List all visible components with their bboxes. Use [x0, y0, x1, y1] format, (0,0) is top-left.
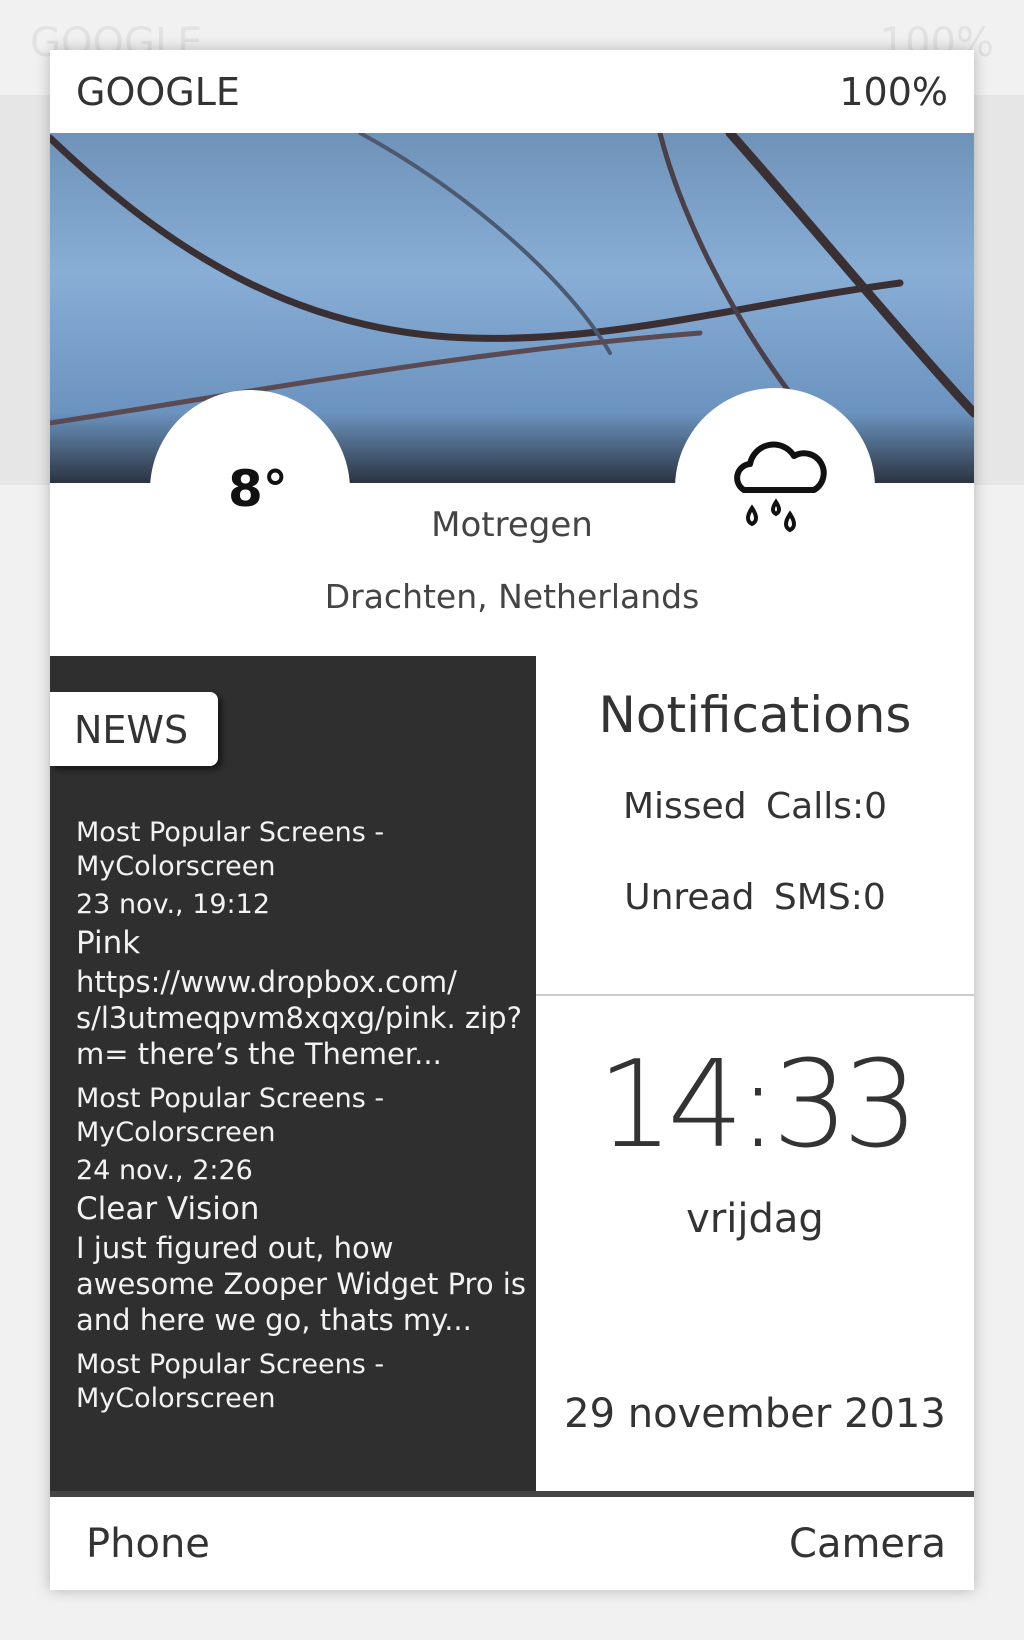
- news-date: 23 nov., 19:12: [76, 889, 271, 920]
- news-date: 24 nov., 2:26: [76, 1155, 253, 1186]
- news-body: I just figured out, how awesome Zooper W…: [76, 1231, 526, 1337]
- news-item[interactable]: Most Popular Screens - MyColorscreen 24 …: [76, 1082, 526, 1338]
- news-body: https://www.dropbox.com/ s/l3utmeqpvm8xq…: [76, 965, 522, 1071]
- notifications-title: Notifications: [598, 686, 912, 744]
- news-item[interactable]: Most Popular Screens - MyColorscreen: [76, 1348, 526, 1416]
- news-tab[interactable]: NEWS: [50, 692, 218, 766]
- camera-shortcut[interactable]: Camera: [789, 1521, 946, 1567]
- divider: [536, 994, 974, 996]
- missed-calls[interactable]: Missed Calls:0: [536, 786, 974, 827]
- widget-card: GOOGLE 100% 8° Motregen Drachten, Nether…: [50, 50, 974, 1590]
- info-panel: Notifications Missed Calls:0 Unread SMS:…: [536, 656, 974, 1491]
- news-title: Clear Vision: [76, 1191, 260, 1227]
- header-title[interactable]: GOOGLE: [76, 70, 240, 114]
- clock-time[interactable]: 14:33: [536, 1036, 974, 1175]
- clock-day: vrijdag: [686, 1196, 824, 1242]
- weather-location: Drachten, Netherlands: [324, 577, 700, 616]
- news-panel: NEWS Most Popular Screens - MyColorscree…: [50, 656, 536, 1491]
- news-source: Most Popular Screens - MyColorscreen: [76, 1349, 385, 1414]
- header: GOOGLE 100%: [50, 50, 974, 133]
- news-source: Most Popular Screens - MyColorscreen: [76, 817, 385, 882]
- footer: Phone Camera: [50, 1491, 974, 1590]
- news-source: Most Popular Screens - MyColorscreen: [76, 1083, 385, 1148]
- phone-shortcut[interactable]: Phone: [86, 1521, 210, 1567]
- unread-sms[interactable]: Unread SMS:0: [536, 877, 974, 918]
- news-title: Pink: [76, 925, 141, 961]
- battery-level: 100%: [839, 69, 948, 114]
- news-item[interactable]: Most Popular Screens - MyColorscreen 23 …: [76, 816, 526, 1072]
- weather-condition: Motregen: [431, 505, 593, 545]
- clock-date[interactable]: 29 november 2013: [536, 1391, 974, 1437]
